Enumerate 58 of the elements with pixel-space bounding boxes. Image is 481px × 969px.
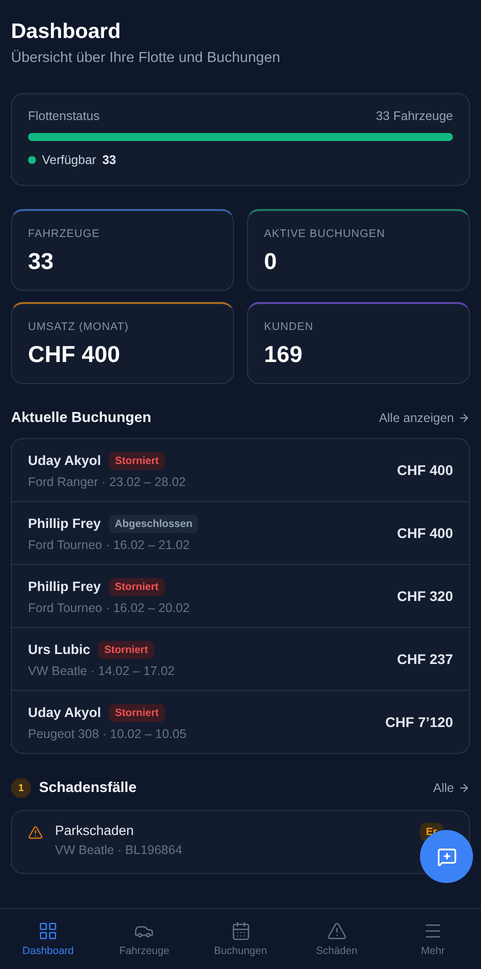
section-title: Schadensfälle bbox=[39, 780, 137, 796]
customer-name: Uday Akyol bbox=[28, 705, 102, 720]
booking-detail: Ford Ranger · 23.02 – 28.02 bbox=[28, 474, 186, 488]
damage-detail: VW Beatle · BL196864 bbox=[55, 843, 184, 857]
nav-tab[interactable]: Mehr bbox=[384, 909, 481, 969]
booking-row[interactable]: Uday Akyol Storniert Peugeot 308 · 10.02 – 10.05 CHF 7’120 bbox=[12, 690, 469, 753]
customer-name: Urs Lubic bbox=[28, 642, 90, 657]
page-subtitle: Übersicht über Ihre Flotte und Buchungen bbox=[11, 50, 282, 66]
booking-amount: CHF 400 bbox=[396, 462, 453, 478]
status-badge: Storniert bbox=[109, 704, 165, 722]
damage-title: Parkschaden bbox=[55, 823, 135, 838]
legend-label: Verfügbar bbox=[42, 153, 96, 167]
warning-icon bbox=[28, 825, 43, 840]
status-badge: Abgeschlossen bbox=[108, 514, 198, 532]
grid-icon bbox=[38, 921, 58, 941]
booking-row[interactable]: Phillip Frey Abgeschlossen Ford Tourneo · 16.02 – 21.02 CHF 400 bbox=[12, 501, 469, 564]
section-title: Aktuelle Buchungen bbox=[11, 410, 152, 426]
stat-label: KUNDEN bbox=[264, 321, 314, 333]
arrow-icon bbox=[458, 782, 470, 794]
booking-amount: CHF 320 bbox=[396, 588, 453, 604]
booking-row[interactable]: Urs Lubic Storniert VW Beatle · 14.02 – 17.02 CHF 237 bbox=[12, 627, 469, 690]
status-badge: Storniert bbox=[98, 640, 154, 658]
customer-name: Phillip Frey bbox=[28, 516, 101, 531]
stat-label: FAHRZEUGE bbox=[28, 228, 101, 240]
legend-count: 33 bbox=[102, 153, 116, 167]
nav-tab[interactable]: Dashboard bbox=[0, 909, 96, 969]
customer-name: Uday Akyol bbox=[28, 453, 102, 468]
count-badge: 1 bbox=[11, 778, 31, 798]
stat-value: 0 bbox=[264, 248, 278, 275]
booking-detail: Peugeot 308 · 10.02 – 10.05 bbox=[28, 726, 186, 740]
stat-label: UMSATZ (MONAT) bbox=[28, 321, 130, 333]
message-plus-icon bbox=[436, 846, 456, 866]
warning-icon bbox=[326, 921, 347, 941]
booking-detail: Ford Tourneo · 16.02 – 20.02 bbox=[28, 600, 190, 614]
nav-tab[interactable]: Buchungen bbox=[192, 909, 289, 969]
booking-row[interactable]: Phillip Frey Storniert Ford Tourneo · 16.02 – 20.02 CHF 320 bbox=[12, 564, 469, 627]
stat-label: AKTIVE BUCHUNGEN bbox=[264, 228, 386, 240]
booking-amount: CHF 7’120 bbox=[385, 714, 453, 730]
nav-tab[interactable]: Fahrzeuge bbox=[96, 909, 192, 969]
booking-amount: CHF 237 bbox=[396, 651, 453, 667]
arrow-icon bbox=[458, 412, 470, 424]
vehicle-count: 33 Fahrzeuge bbox=[376, 109, 453, 123]
booking-row[interactable]: Uday Akyol Storniert Ford Ranger · 23.02 – 28.02 CHF 400 bbox=[12, 439, 469, 501]
show-all-link[interactable]: Alle bbox=[433, 781, 470, 795]
booking-amount: CHF 400 bbox=[396, 525, 453, 541]
show-all-link[interactable]: Alle anzeigen bbox=[378, 411, 470, 425]
stat-value: 169 bbox=[264, 341, 304, 368]
status-badge: Storniert bbox=[109, 452, 165, 470]
booking-detail: VW Beatle · 14.02 – 17.02 bbox=[28, 664, 175, 678]
card-label: Flottenstatus bbox=[28, 109, 100, 123]
calendar-icon bbox=[230, 921, 250, 941]
page-title: Dashboard bbox=[11, 20, 122, 44]
stat-value: 33 bbox=[28, 248, 55, 275]
nav-tab[interactable]: Schäden bbox=[288, 909, 385, 969]
customer-name: Phillip Frey bbox=[28, 579, 101, 594]
booking-detail: Ford Tourneo · 16.02 – 21.02 bbox=[28, 538, 191, 552]
stat-value: CHF 400 bbox=[28, 341, 122, 368]
status-badge: Storniert bbox=[108, 578, 165, 596]
